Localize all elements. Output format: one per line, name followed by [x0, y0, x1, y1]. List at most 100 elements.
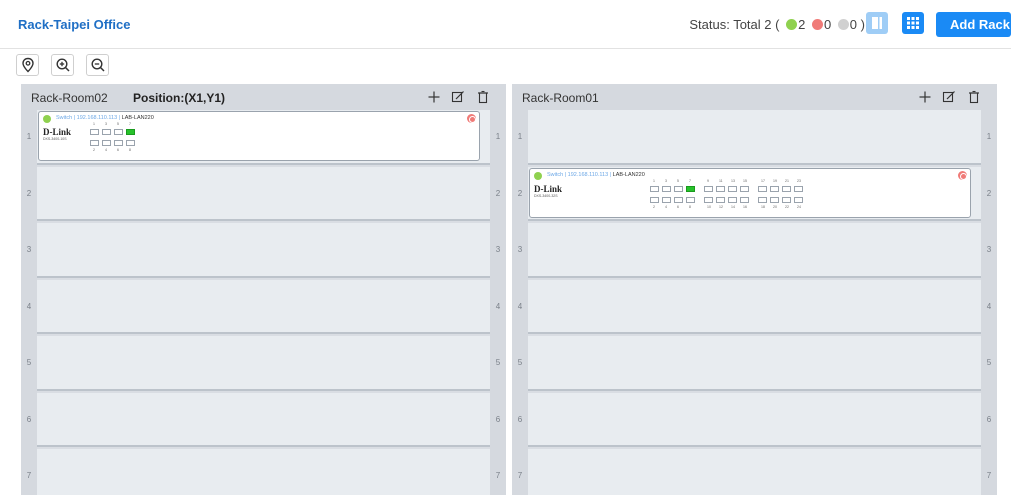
- network-port[interactable]: [716, 185, 725, 192]
- network-port[interactable]: [758, 185, 767, 192]
- delete-icon[interactable]: [967, 90, 981, 104]
- network-port[interactable]: [782, 196, 791, 203]
- rack-header: Rack-Room02 Position:(X1,Y1): [21, 84, 506, 110]
- status-red-dot-icon: [811, 19, 823, 30]
- unit-number-left: 1: [26, 132, 32, 141]
- unit-number-right: 4: [986, 301, 992, 311]
- port-number: 18: [761, 204, 765, 209]
- port-number: 5: [117, 122, 119, 126]
- network-port[interactable]: [126, 140, 135, 146]
- rack-unit-slot[interactable]: [37, 449, 490, 495]
- location-pin-icon: [22, 57, 34, 73]
- list-view-button[interactable]: [866, 12, 888, 34]
- remove-device-icon[interactable]: [467, 114, 476, 123]
- grid-view-button[interactable]: [902, 12, 924, 34]
- switch-device[interactable]: Switch | 192.168.110.113 | LAB-LAN220 D-L…: [529, 167, 971, 218]
- network-port[interactable]: [126, 129, 135, 135]
- network-port[interactable]: [686, 185, 695, 192]
- port-number: 6: [117, 148, 119, 152]
- network-port[interactable]: [782, 185, 791, 192]
- port-number: 1: [653, 178, 655, 183]
- port-number: 15: [743, 178, 747, 183]
- zoom-out-button[interactable]: [86, 54, 109, 76]
- rack-unit-slot[interactable]: [37, 336, 490, 391]
- locate-button[interactable]: [16, 54, 39, 76]
- port-number: 24: [797, 204, 801, 209]
- unit-number-left: 6: [517, 414, 523, 424]
- unit-number-left: 4: [26, 301, 32, 311]
- network-port[interactable]: [794, 196, 803, 203]
- unit-number-right: 1: [986, 132, 992, 141]
- status-green-dot-icon: [786, 19, 798, 30]
- rack-unit-slot[interactable]: [37, 166, 490, 221]
- rack-unit-slot[interactable]: [37, 392, 490, 447]
- network-port[interactable]: [728, 196, 737, 203]
- port-number: 14: [731, 204, 735, 209]
- network-port[interactable]: [704, 185, 713, 192]
- network-port[interactable]: [674, 196, 683, 203]
- unit-number-right: 7: [495, 471, 501, 480]
- device-name: LAB-LAN220: [612, 171, 645, 178]
- port-number: 10: [707, 204, 711, 209]
- brand-logo: D-Link: [43, 127, 72, 137]
- zoom-in-button[interactable]: [51, 54, 74, 76]
- network-port[interactable]: [90, 129, 99, 135]
- network-port[interactable]: [102, 129, 111, 135]
- network-port[interactable]: [770, 196, 779, 203]
- network-port[interactable]: [114, 129, 123, 135]
- status-suffix: ): [860, 17, 865, 32]
- rack-unit-slot[interactable]: [528, 279, 981, 334]
- port-number: 8: [129, 148, 131, 152]
- device-name: LAB-LAN220: [121, 115, 154, 121]
- network-port[interactable]: [740, 196, 749, 203]
- rack-unit-slot[interactable]: [37, 223, 490, 278]
- brand-logo: D-Link: [534, 183, 563, 194]
- delete-icon[interactable]: [476, 90, 490, 104]
- status-green-count: 2: [798, 17, 806, 32]
- rack-unit-slot[interactable]: [37, 279, 490, 334]
- rack-panel: Rack-Room02 Position:(X1,Y1) 1 1 Switch | …: [21, 84, 506, 495]
- network-port[interactable]: [794, 185, 803, 192]
- port-number: 20: [773, 204, 777, 209]
- device-info-line: Switch | 192.168.110.113 | LAB-LAN220: [547, 172, 645, 178]
- edit-icon[interactable]: [451, 90, 465, 104]
- device-model: DXS-3400-32S: [534, 193, 558, 198]
- network-port[interactable]: [650, 196, 659, 203]
- rack-unit-slot[interactable]: [528, 223, 981, 278]
- network-port[interactable]: [662, 185, 671, 192]
- remove-device-icon[interactable]: [958, 170, 967, 180]
- port-number: 8: [689, 204, 691, 209]
- network-port[interactable]: [114, 140, 123, 146]
- add-rack-button[interactable]: Add Rack: [936, 12, 1011, 37]
- rack-unit-slot[interactable]: [528, 449, 981, 495]
- grid-icon: [907, 17, 919, 29]
- network-port[interactable]: [740, 185, 749, 192]
- add-icon[interactable]: [427, 90, 441, 104]
- add-icon[interactable]: [918, 90, 932, 104]
- status-gray-count: 0: [849, 17, 858, 32]
- switch-device[interactable]: Switch | 192.168.110.113 | LAB-LAN220 D-L…: [38, 111, 480, 161]
- network-port[interactable]: [758, 196, 767, 203]
- network-port[interactable]: [770, 185, 779, 192]
- zoom-in-icon: [56, 58, 70, 72]
- port-number: 2: [93, 148, 95, 152]
- network-port[interactable]: [650, 185, 659, 192]
- network-port[interactable]: [662, 196, 671, 203]
- unit-number-left: 2: [517, 188, 523, 198]
- zoom-out-icon: [91, 58, 105, 72]
- edit-icon[interactable]: [942, 90, 956, 104]
- rack-unit-slot[interactable]: [528, 110, 981, 165]
- network-port[interactable]: [102, 140, 111, 146]
- network-port[interactable]: [728, 185, 737, 192]
- network-port[interactable]: [90, 140, 99, 146]
- unit-number-right: 4: [495, 301, 501, 311]
- rack-unit-slot[interactable]: [528, 392, 981, 447]
- device-status-dot-icon: [534, 171, 542, 180]
- status-red-count: 0: [823, 17, 832, 32]
- device-type: Switch | 192.168.110.113 |: [547, 171, 613, 178]
- rack-unit-slot[interactable]: [528, 336, 981, 391]
- network-port[interactable]: [686, 196, 695, 203]
- network-port[interactable]: [674, 185, 683, 192]
- network-port[interactable]: [704, 196, 713, 203]
- network-port[interactable]: [716, 196, 725, 203]
